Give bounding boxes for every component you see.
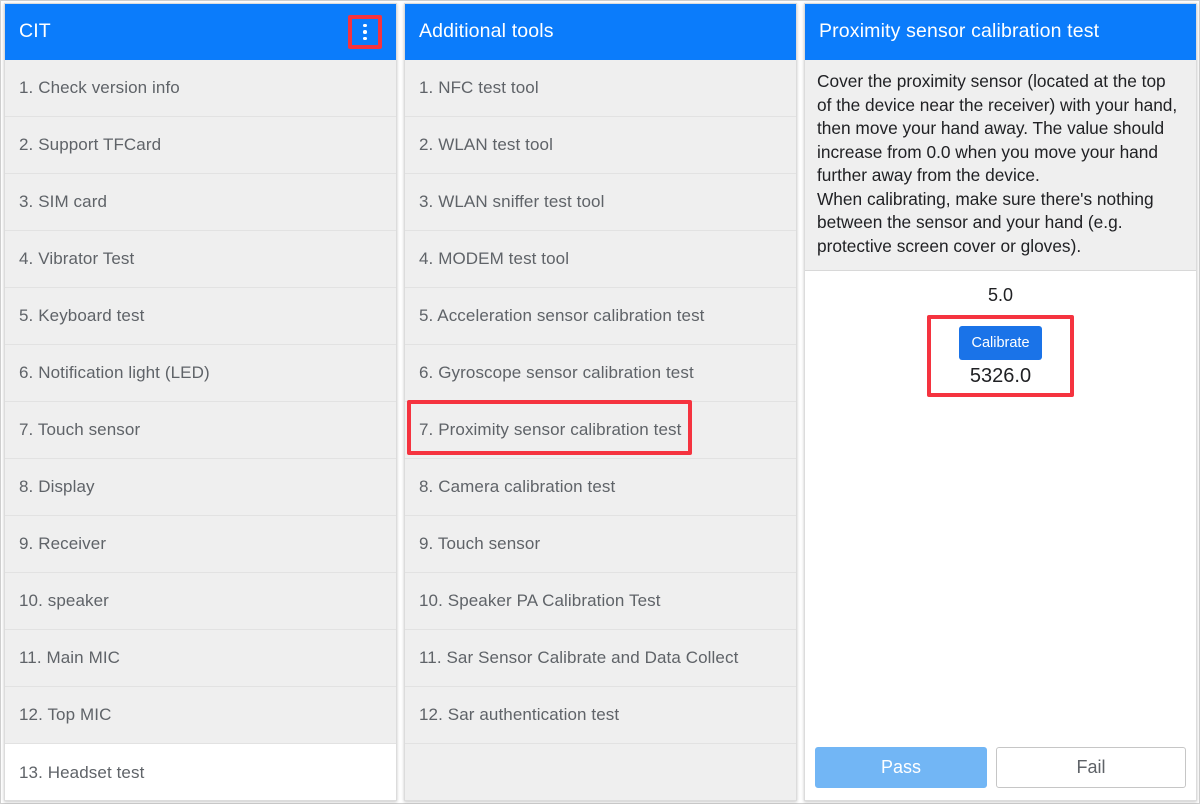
list-item[interactable]: 5. Keyboard test: [5, 288, 396, 345]
proximity-test-readout-area: 5.0 Calibrate 5326.0: [805, 271, 1196, 737]
list-item-label: 11. Main MIC: [19, 648, 121, 667]
list-item-label: 9. Touch sensor: [419, 534, 541, 553]
list-item-label: 5. Keyboard test: [19, 306, 145, 325]
additional-tools-appbar-title: Additional tools: [419, 22, 554, 42]
proximity-value-bottom: 5326.0: [969, 365, 1032, 387]
list-item[interactable]: 9. Touch sensor: [405, 516, 796, 573]
cit-appbar-title: CIT: [19, 22, 51, 42]
proximity-test-instructions: Cover the proximity sensor (located at t…: [805, 60, 1196, 271]
proximity-test-appbar: Proximity sensor calibration test: [805, 4, 1196, 60]
list-item[interactable]: 1. NFC test tool: [405, 60, 796, 117]
proximity-value-top: 5.0: [987, 285, 1014, 305]
list-item-label: 7. Touch sensor: [19, 420, 141, 439]
additional-tools-list[interactable]: 1. NFC test tool 2. WLAN test tool 3. WLAN…: [405, 60, 796, 800]
overflow-menu-highlight: [348, 15, 382, 49]
list-item[interactable]: 7. Proximity sensor calibration test: [405, 402, 796, 459]
list-item-label: 3. WLAN sniffer test tool: [419, 192, 605, 211]
cit-test-list[interactable]: 1. Check version info 2. Support TFCard 3.…: [5, 60, 396, 800]
list-item-label: 3. SIM card: [19, 192, 108, 211]
list-item[interactable]: 12. Sar authentication test: [405, 687, 796, 744]
list-item[interactable]: 13. Headset test: [5, 744, 396, 800]
list-item-label: 8. Display: [19, 477, 95, 496]
list-item-label: 2. WLAN test tool: [419, 135, 553, 154]
list-item[interactable]: 2. WLAN test tool: [405, 117, 796, 174]
list-item[interactable]: 4. Vibrator Test: [5, 231, 396, 288]
list-item[interactable]: 3. SIM card: [5, 174, 396, 231]
list-item[interactable]: 4. MODEM test tool: [405, 231, 796, 288]
list-item-label: 7. Proximity sensor calibration test: [419, 420, 682, 439]
more-vert-icon[interactable]: [352, 19, 378, 45]
list-item[interactable]: 2. Support TFCard: [5, 117, 396, 174]
list-item-label: 12. Sar authentication test: [419, 705, 620, 724]
fail-button[interactable]: Fail: [996, 747, 1186, 788]
list-item[interactable]: 9. Receiver: [5, 516, 396, 573]
list-item[interactable]: 3. WLAN sniffer test tool: [405, 174, 796, 231]
list-item[interactable]: 10. speaker: [5, 573, 396, 630]
list-item[interactable]: 12. Top MIC: [5, 687, 396, 744]
list-item-label: 6. Notification light (LED): [19, 363, 210, 382]
list-item-label: 12. Top MIC: [19, 705, 112, 724]
list-item-label: 10. Speaker PA Calibration Test: [419, 591, 661, 610]
list-item[interactable]: 10. Speaker PA Calibration Test: [405, 573, 796, 630]
cit-appbar: CIT: [5, 4, 396, 60]
list-item-label: 1. Check version info: [19, 78, 180, 97]
list-item[interactable]: 11. Main MIC: [5, 630, 396, 687]
list-item[interactable]: 6. Gyroscope sensor calibration test: [405, 345, 796, 402]
additional-tools-panel: Additional tools 1. NFC test tool 2. WLAN…: [404, 3, 797, 801]
list-item-label: 4. MODEM test tool: [419, 249, 570, 268]
list-item-label: 11. Sar Sensor Calibrate and Data Collec…: [419, 648, 739, 667]
list-item[interactable]: 7. Touch sensor: [5, 402, 396, 459]
pass-button[interactable]: Pass: [815, 747, 987, 788]
pass-fail-footer: Pass Fail: [805, 737, 1196, 800]
list-item[interactable]: 8. Camera calibration test: [405, 459, 796, 516]
additional-tools-appbar: Additional tools: [405, 4, 796, 60]
proximity-test-appbar-title: Proximity sensor calibration test: [819, 22, 1100, 42]
list-item[interactable]: [405, 744, 796, 800]
list-item-label: 1. NFC test tool: [419, 78, 539, 97]
proximity-test-panel: Proximity sensor calibration test Cover …: [804, 3, 1197, 801]
list-item[interactable]: 8. Display: [5, 459, 396, 516]
list-item[interactable]: 11. Sar Sensor Calibrate and Data Collec…: [405, 630, 796, 687]
list-item[interactable]: 6. Notification light (LED): [5, 345, 396, 402]
calibrate-button[interactable]: Calibrate: [959, 326, 1042, 360]
list-item-label: 4. Vibrator Test: [19, 249, 135, 268]
cit-main-panel: CIT 1. Check version info 2. Support TFCa…: [4, 3, 397, 801]
list-item-label: 10. speaker: [19, 591, 109, 610]
list-item-label: 5. Acceleration sensor calibration test: [419, 306, 705, 325]
cit-app-window: CIT 1. Check version info 2. Support TFCa…: [0, 0, 1200, 804]
list-item-label: 9. Receiver: [19, 534, 107, 553]
calibrate-highlight: Calibrate 5326.0: [927, 315, 1074, 397]
list-item-label: 8. Camera calibration test: [419, 477, 616, 496]
list-item-label: 13. Headset test: [19, 762, 145, 782]
list-item[interactable]: 1. Check version info: [5, 60, 396, 117]
list-item-label: 6. Gyroscope sensor calibration test: [419, 363, 694, 382]
list-item-label: 2. Support TFCard: [19, 135, 162, 154]
list-item[interactable]: 5. Acceleration sensor calibration test: [405, 288, 796, 345]
